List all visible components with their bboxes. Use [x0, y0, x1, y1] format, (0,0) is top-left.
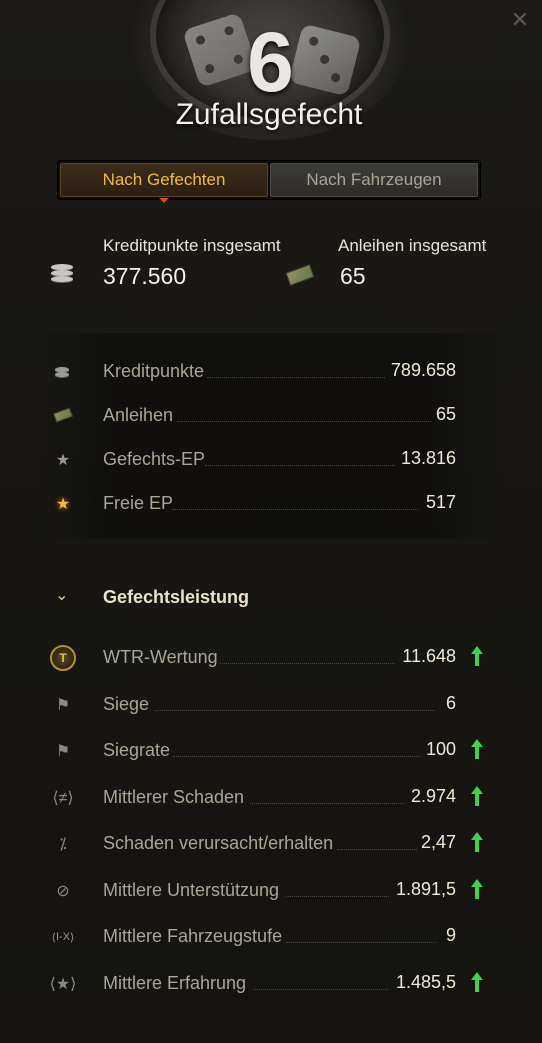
stat-row-avg-assist: ⊘ Mittlere Unterstützung 1.891,5 — [0, 876, 542, 906]
row-label: Siegrate — [103, 740, 171, 760]
tab-by-battles[interactable]: Nach Gefechten — [60, 163, 268, 203]
row-value: 1.485,5 — [395, 972, 456, 992]
dotted-leader — [155, 710, 435, 711]
dotted-leader — [253, 989, 388, 990]
dotted-leader — [220, 663, 395, 664]
flag-icon: ⚑ — [55, 743, 71, 760]
row-value: 65 — [435, 404, 456, 424]
row-value: 2,47 — [420, 832, 456, 852]
row-label: Anleihen — [103, 405, 174, 425]
tab-label: Nach Fahrzeugen — [306, 170, 442, 189]
tier-icon-text: I-X — [55, 931, 71, 943]
total-credits-label: Kreditpunkte insgesamt — [103, 236, 281, 255]
stat-row-damage-ratio: ⁒ Schaden verursacht/erhalten 2,47 — [0, 829, 542, 859]
dotted-leader — [172, 509, 418, 510]
row-label: Freie EP — [103, 493, 174, 513]
credits-icon — [50, 264, 74, 288]
trend-up-icon — [471, 879, 483, 899]
dotted-leader — [250, 803, 405, 804]
row-value: 6 — [445, 693, 456, 713]
dotted-leader — [286, 942, 436, 943]
trend-up-icon — [471, 646, 483, 666]
mode-title: Zufallsgefecht — [175, 98, 363, 131]
row-label: Siege — [103, 694, 150, 714]
stat-row-avg-xp: ⟨★⟩ Mittlere Erfahrung 1.485,5 — [0, 969, 542, 999]
row-value: 13.816 — [400, 448, 456, 468]
performance-section-header[interactable]: ⌄ Gefechtsleistung — [0, 583, 542, 613]
row-value: 517 — [425, 492, 456, 512]
trend-up-icon — [471, 832, 483, 852]
stat-row-avg-tier: ⟨ I-X ⟩ Mittlere Fahrzeugstufe 9 — [0, 922, 542, 952]
row-value: 11.648 — [402, 646, 456, 666]
row-label: Mittlere Erfahrung — [103, 973, 247, 993]
trend-up-icon — [471, 739, 483, 759]
resource-row-bonds: Anleihen 65 — [0, 401, 542, 431]
damage-icon: ⟨≠⟩ — [52, 790, 74, 807]
dotted-leader — [177, 421, 431, 422]
chevron-down-icon: ⌄ — [55, 587, 69, 604]
dotted-leader — [337, 849, 417, 850]
dotted-leader — [286, 896, 389, 897]
row-value: 1.891,5 — [395, 879, 456, 899]
stat-row-avg-damage: ⟨≠⟩ Mittlerer Schaden 2.974 — [0, 783, 542, 813]
free-xp-star-icon: ★ — [55, 496, 71, 513]
bonds-icon — [285, 263, 315, 288]
totals-section: Kreditpunkte insgesamt 377.560 Anleihen … — [0, 230, 542, 300]
stat-row-wins: ⚑ Siege 6 — [0, 690, 542, 720]
row-value: 9 — [445, 925, 456, 945]
row-label: Schaden verursacht/erhalten — [103, 833, 334, 853]
resource-row-credits: Kreditpunkte 789.658 — [0, 357, 542, 387]
flag-icon: ⚑ — [55, 697, 71, 714]
resource-row-battle-xp: ★ Gefechts-EP 13.816 — [0, 445, 542, 475]
credits-icon — [50, 359, 76, 385]
total-bonds-value: 65 — [340, 263, 366, 289]
row-label: Kreditpunkte — [103, 361, 205, 381]
resource-row-free-xp: ★ Freie EP 517 — [0, 489, 542, 519]
damage-ratio-icon: ⁒ — [59, 836, 67, 853]
bonds-icon — [50, 403, 76, 429]
row-label: WTR-Wertung — [103, 647, 218, 667]
section-title: Gefechtsleistung — [103, 587, 250, 607]
dotted-leader — [207, 377, 385, 378]
active-tab-indicator — [159, 198, 169, 203]
row-label: Mittlerer Schaden — [103, 787, 245, 807]
row-value: 2.974 — [410, 786, 456, 806]
dotted-leader — [205, 465, 395, 466]
star-icon: ★ — [55, 452, 71, 469]
dotted-leader — [173, 756, 421, 757]
trend-up-icon — [471, 972, 483, 992]
row-label: Mittlere Fahrzeugstufe — [103, 926, 283, 946]
row-label: Mittlere Unterstützung — [103, 880, 280, 900]
xp-star-icon: ⟨★⟩ — [49, 976, 77, 993]
row-value: 100 — [425, 739, 456, 759]
tab-label: Nach Gefechten — [102, 170, 226, 189]
trend-up-icon — [471, 786, 483, 806]
wtr-badge-icon: T — [50, 645, 76, 671]
stat-row-winrate: ⚑ Siegrate 100 — [0, 736, 542, 766]
tab-bar: Nach Gefechten Nach Fahrzeugen — [57, 160, 481, 203]
assist-icon: ⊘ — [56, 883, 70, 900]
row-value: 789.658 — [390, 360, 456, 380]
row-label: Gefechts-EP — [103, 449, 206, 469]
mode-number: 6 — [247, 15, 295, 109]
battle-results-panel: ✕ 6 Zufallsgefecht Nach Gefechten Nach F… — [0, 0, 542, 1043]
total-bonds-label: Anleihen insgesamt — [338, 236, 487, 255]
tier-icon: ⟨ I-X ⟩ — [51, 931, 75, 944]
stat-row-wtr: T WTR-Wertung 11.648 — [0, 643, 542, 673]
total-credits-value: 377.560 — [103, 263, 187, 289]
tab-by-vehicles[interactable]: Nach Fahrzeugen — [270, 163, 478, 197]
